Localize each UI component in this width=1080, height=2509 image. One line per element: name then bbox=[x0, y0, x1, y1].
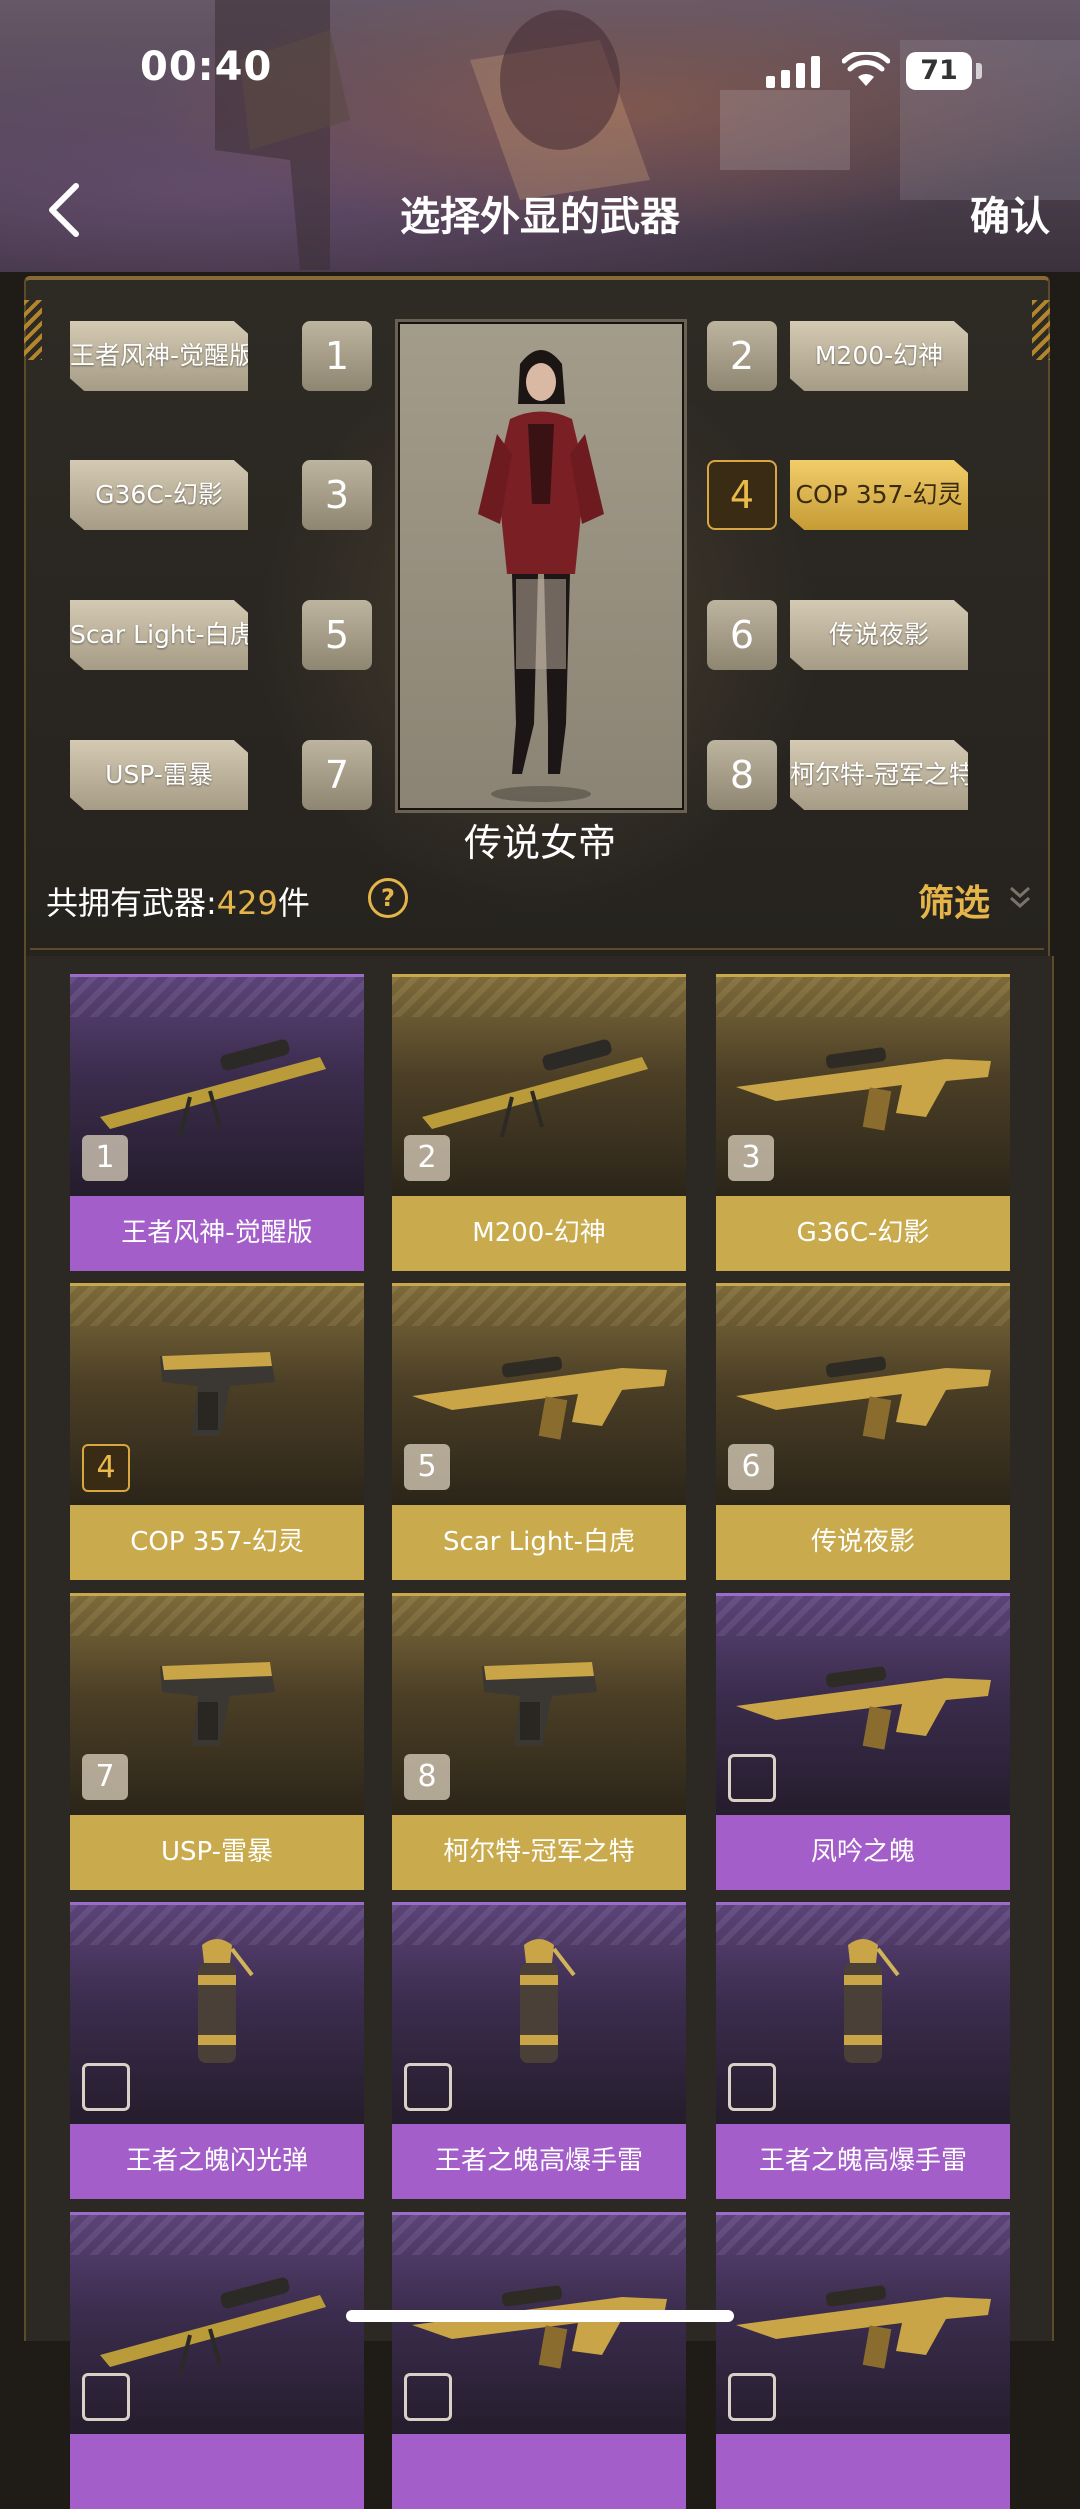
owned-count: 429 bbox=[216, 884, 278, 922]
character-portrait[interactable] bbox=[395, 319, 687, 813]
weapon-card[interactable]: 凤吟之魄 bbox=[716, 1593, 1010, 1890]
weapon-name: 凤吟之魄 bbox=[716, 1815, 1010, 1890]
slot-5-label[interactable]: Scar Light-白虎 bbox=[70, 600, 248, 670]
select-checkbox[interactable] bbox=[728, 1754, 776, 1802]
select-checkbox[interactable] bbox=[404, 2063, 452, 2111]
owned-weapons-summary: 共拥有武器:429件 bbox=[46, 878, 310, 924]
weapon-card[interactable] bbox=[716, 2212, 1010, 2509]
page-title: 选择外显的武器 bbox=[400, 194, 680, 240]
weapon-name bbox=[70, 2434, 364, 2509]
slot-badge: 8 bbox=[404, 1754, 450, 1800]
battery-cap bbox=[976, 63, 982, 79]
panel-corner-deco bbox=[1032, 300, 1050, 360]
slot-badge: 4 bbox=[82, 1444, 130, 1492]
slot-2-number[interactable]: 2 bbox=[707, 321, 777, 391]
weapon-card[interactable]: 王者之魄高爆手雷 bbox=[392, 1902, 686, 2199]
weapon-card[interactable]: 1 王者风神-觉醒版 bbox=[70, 974, 364, 1271]
slot-1-label[interactable]: 王者风神-觉醒版 bbox=[70, 321, 248, 391]
weapon-card[interactable]: 王者之魄闪光弹 bbox=[70, 1902, 364, 2199]
weapon-name: 王者之魄闪光弹 bbox=[70, 2124, 364, 2199]
weapon-name: 王者风神-觉醒版 bbox=[70, 1196, 364, 1271]
slot-6-label[interactable]: 传说夜影 bbox=[790, 600, 968, 670]
weapon-card[interactable]: 8 柯尔特-冠军之特 bbox=[392, 1593, 686, 1890]
slot-3-number[interactable]: 3 bbox=[302, 460, 372, 530]
slot-4-label[interactable]: COP 357-幻灵 bbox=[790, 460, 968, 530]
slot-badge: 1 bbox=[82, 1135, 128, 1181]
select-checkbox[interactable] bbox=[728, 2063, 776, 2111]
weapon-name: M200-幻神 bbox=[392, 1196, 686, 1271]
select-checkbox[interactable] bbox=[82, 2063, 130, 2111]
weapon-name: COP 357-幻灵 bbox=[70, 1505, 364, 1580]
character-figure bbox=[478, 350, 604, 802]
section-divider bbox=[30, 948, 1044, 950]
character-name: 传说女帝 bbox=[463, 821, 616, 865]
panel-corner-deco bbox=[24, 300, 42, 360]
slot-6-number[interactable]: 6 bbox=[707, 600, 777, 670]
weapon-card[interactable]: 6 传说夜影 bbox=[716, 1283, 1010, 1580]
battery-icon: 71 bbox=[906, 52, 972, 90]
weapon-name: Scar Light-白虎 bbox=[392, 1505, 686, 1580]
weapon-card[interactable]: 3 G36C-幻影 bbox=[716, 974, 1010, 1271]
owned-prefix: 共拥有武器: bbox=[46, 884, 217, 922]
filter-button[interactable]: 筛选 bbox=[918, 874, 990, 926]
weapon-card[interactable]: 4 COP 357-幻灵 bbox=[70, 1283, 364, 1580]
cellular-signal-icon bbox=[766, 56, 822, 88]
weapon-name: 传说夜影 bbox=[716, 1505, 1010, 1580]
home-indicator[interactable] bbox=[346, 2310, 734, 2322]
weapon-card[interactable]: 7 USP-雷暴 bbox=[70, 1593, 364, 1890]
weapon-name bbox=[392, 2434, 686, 2509]
chevron-down-icon[interactable] bbox=[1008, 884, 1032, 912]
select-checkbox[interactable] bbox=[728, 2373, 776, 2421]
weapon-name: USP-雷暴 bbox=[70, 1815, 364, 1890]
weapon-name: 柯尔特-冠军之特 bbox=[392, 1815, 686, 1890]
status-time: 00:40 bbox=[140, 44, 273, 90]
confirm-button[interactable]: 确认 bbox=[970, 184, 1050, 242]
slot-badge: 7 bbox=[82, 1754, 128, 1800]
wifi-icon bbox=[842, 52, 890, 86]
weapon-card[interactable]: 2 M200-幻神 bbox=[392, 974, 686, 1271]
slot-8-label[interactable]: 柯尔特-冠军之特 bbox=[790, 740, 968, 810]
weapon-name: 王者之魄高爆手雷 bbox=[392, 2124, 686, 2199]
slot-badge: 5 bbox=[404, 1444, 450, 1490]
slot-5-number[interactable]: 5 bbox=[302, 600, 372, 670]
select-checkbox[interactable] bbox=[404, 2373, 452, 2421]
slot-badge: 3 bbox=[728, 1135, 774, 1181]
weapon-card[interactable] bbox=[70, 2212, 364, 2509]
slot-8-number[interactable]: 8 bbox=[707, 740, 777, 810]
weapon-card[interactable] bbox=[392, 2212, 686, 2509]
help-icon[interactable]: ? bbox=[368, 878, 408, 918]
weapon-card[interactable]: 王者之魄高爆手雷 bbox=[716, 1902, 1010, 2199]
slot-7-label[interactable]: USP-雷暴 bbox=[70, 740, 248, 810]
slot-7-number[interactable]: 7 bbox=[302, 740, 372, 810]
slot-badge: 6 bbox=[728, 1444, 774, 1490]
weapon-name bbox=[716, 2434, 1010, 2509]
select-checkbox[interactable] bbox=[82, 2373, 130, 2421]
weapon-card[interactable]: 5 Scar Light-白虎 bbox=[392, 1283, 686, 1580]
slot-badge: 2 bbox=[404, 1135, 450, 1181]
header-banner: 00:40 71 选择外显的武器 确认 bbox=[0, 0, 1080, 272]
weapon-name: 王者之魄高爆手雷 bbox=[716, 2124, 1010, 2199]
weapon-name: G36C-幻影 bbox=[716, 1196, 1010, 1271]
owned-unit: 件 bbox=[277, 884, 310, 922]
slot-4-number[interactable]: 4 bbox=[707, 460, 777, 530]
slot-3-label[interactable]: G36C-幻影 bbox=[70, 460, 248, 530]
slot-2-label[interactable]: M200-幻神 bbox=[790, 321, 968, 391]
slot-1-number[interactable]: 1 bbox=[302, 321, 372, 391]
